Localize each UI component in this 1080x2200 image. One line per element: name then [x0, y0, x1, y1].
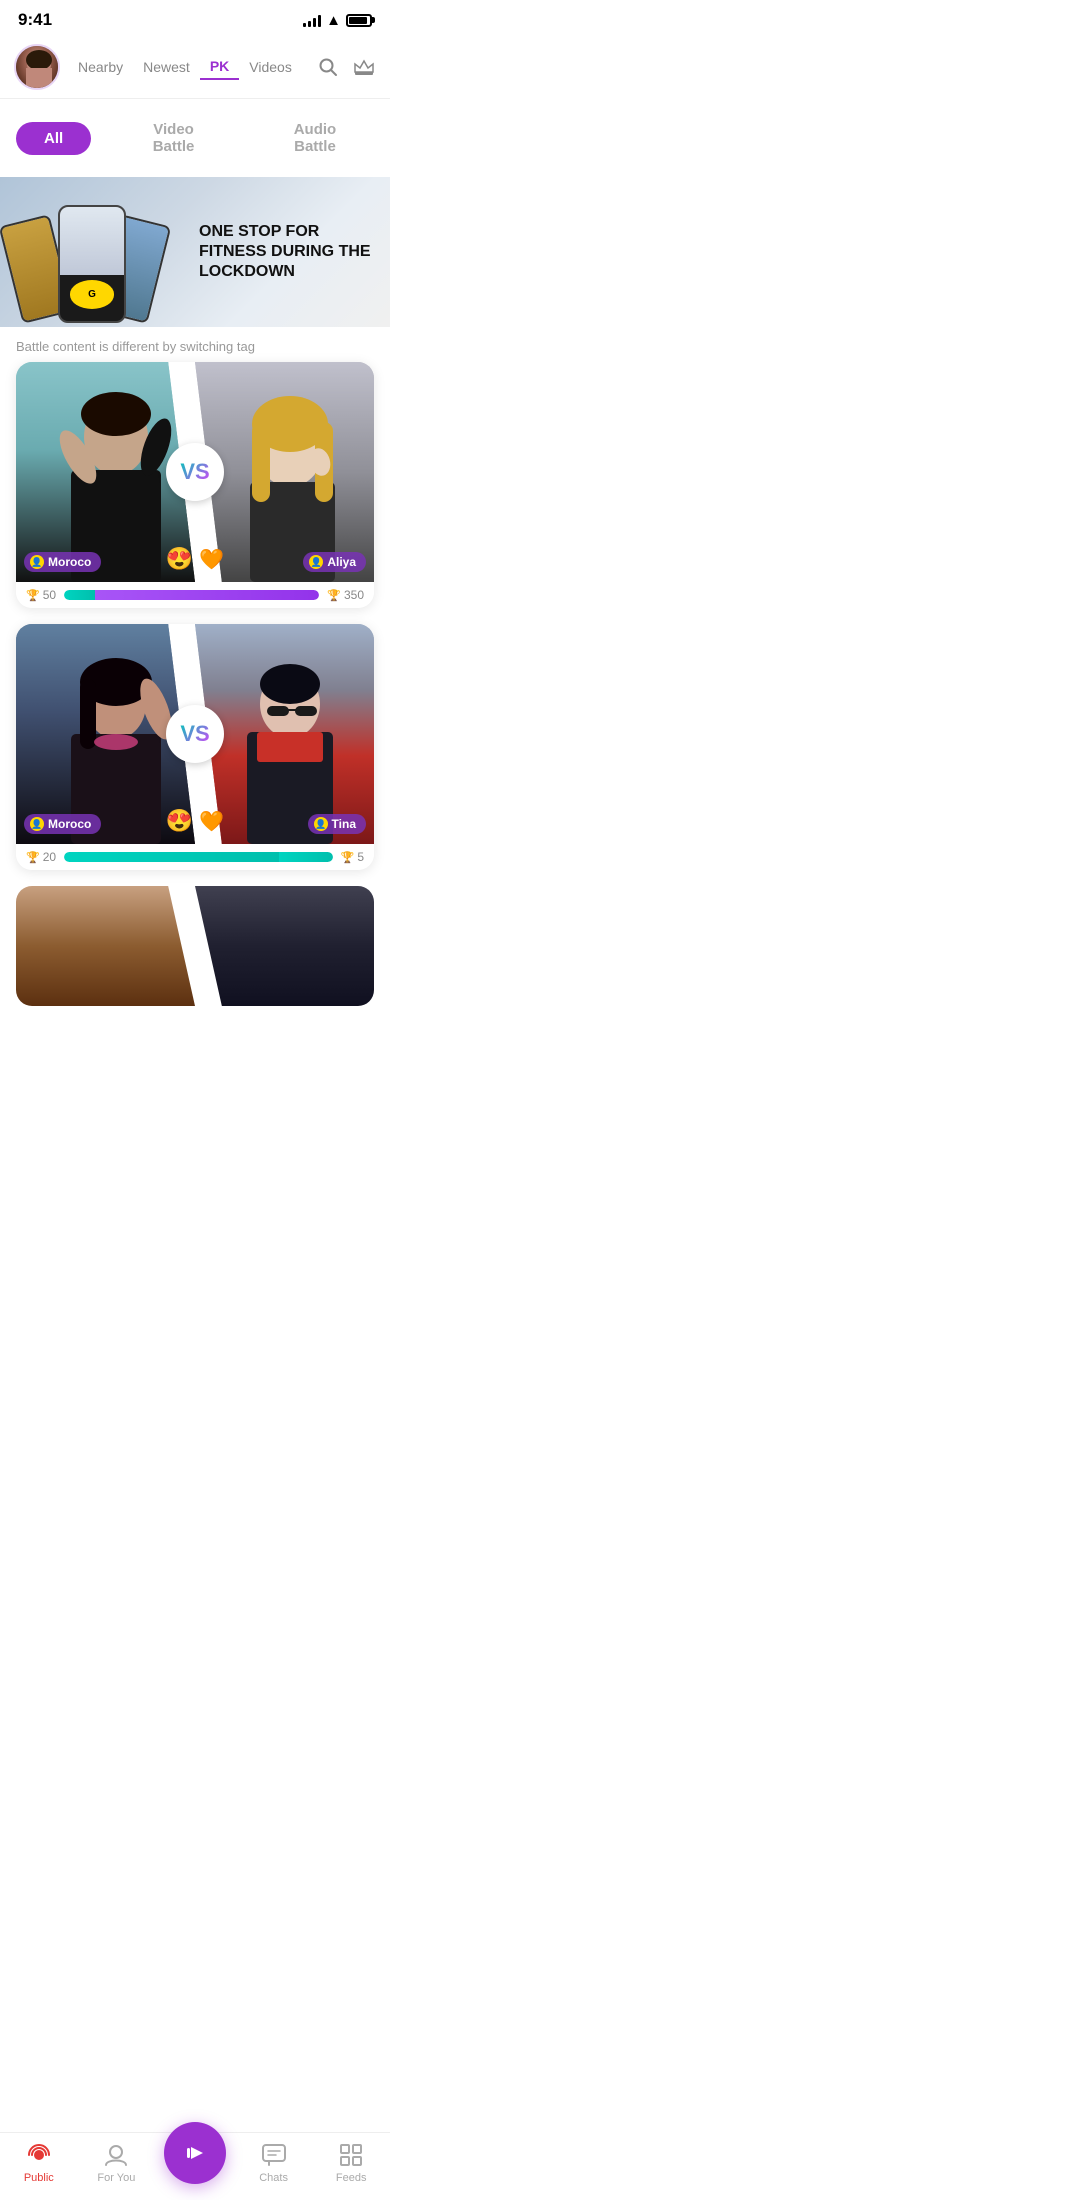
score-right-label-1: 🏆 350 [321, 588, 370, 602]
trophy-left-icon-2: 🏆 [26, 851, 40, 864]
nav-chats-label: Chats [259, 2172, 288, 2184]
reaction-center: 😍 🧡 [166, 546, 224, 572]
status-icons: ▲ [303, 12, 372, 29]
nav-icons [316, 55, 376, 79]
user-badge-right-2: 👤 Tina [308, 814, 366, 834]
filter-section: All Video Battle Audio Battle [0, 99, 390, 177]
wifi-icon: ▲ [326, 12, 341, 29]
nav-public-label: Public [24, 2172, 54, 2184]
user-avatar-dot: 👤 [309, 555, 323, 569]
trophy-left-icon: 🏆 [26, 589, 40, 602]
vs-text-2: VS [180, 721, 209, 747]
feeds-icon [337, 2141, 365, 2169]
score-bar-left-fill [64, 590, 95, 600]
foryou-icon [102, 2141, 130, 2169]
go-live-button[interactable] [164, 2122, 226, 2184]
tab-videos[interactable]: Videos [239, 55, 302, 79]
battle-card[interactable]: 👤 Moroco VS 😍 🧡 [16, 362, 374, 608]
score-bar-2: 🏆 20 🏆 5 [16, 844, 374, 870]
filter-video-battle-btn[interactable]: Video Battle [115, 113, 232, 163]
trophy-right-icon-2: 🏆 [341, 851, 355, 864]
vs-badge-2: VS [166, 705, 224, 763]
nav-tabs: Nearby Newest PK Videos [68, 54, 308, 80]
promo-banner[interactable]: G ONE STOP FOR FITNESS DURING THE LOCKDO… [0, 177, 390, 327]
score-left-label-2: 🏆 20 [20, 850, 62, 864]
banner-text: ONE STOP FOR FITNESS DURING THE LOCKDOWN [195, 222, 390, 282]
score-bar-left-fill-2 [64, 852, 279, 862]
tab-newest[interactable]: Newest [133, 55, 200, 79]
battery-icon [346, 14, 372, 27]
user-badge-left-1: 👤 Moroco [24, 552, 101, 572]
section-subtitle: Battle content is different by switching… [0, 327, 390, 362]
score-left-label-1: 🏆 50 [20, 588, 62, 602]
score-right-label-2: 🏆 5 [335, 850, 370, 864]
banner-phones: G [0, 177, 195, 327]
status-time: 9:41 [18, 10, 52, 30]
score-bar-right-fill [95, 590, 320, 600]
user-avatar-dot: 👤 [314, 817, 328, 831]
score-bar-track-2 [64, 852, 333, 862]
tab-pk[interactable]: PK [200, 54, 239, 80]
nav-feeds[interactable]: Feeds [321, 2141, 381, 2184]
vs-badge: VS [166, 443, 224, 501]
battle-images-2: 👤 Moroco VS 😍 🧡 [16, 624, 374, 844]
filter-audio-battle-btn[interactable]: Audio Battle [256, 113, 374, 163]
chats-icon [260, 2141, 288, 2169]
crown-icon[interactable] [352, 55, 376, 79]
filter-all-btn[interactable]: All [16, 122, 91, 155]
status-bar: 9:41 ▲ [0, 0, 390, 36]
score-bar-track-1 [64, 590, 319, 600]
avatar[interactable] [14, 44, 60, 90]
score-bar-1: 🏆 50 🏆 350 [16, 582, 374, 608]
user-avatar-dot: 👤 [30, 817, 44, 831]
bottom-nav: Public For You Chats [0, 2132, 390, 2200]
trophy-right-icon: 🏆 [327, 589, 341, 602]
vs-text: VS [180, 459, 209, 485]
battle-images: 👤 Moroco VS 😍 🧡 [16, 362, 374, 582]
user-badge-left-2: 👤 Moroco [24, 814, 101, 834]
nav-foryou[interactable]: For You [86, 2141, 146, 2184]
header-nav: Nearby Newest PK Videos [0, 36, 390, 99]
nav-foryou-label: For You [97, 2172, 135, 2184]
battle-card-2[interactable]: 👤 Moroco VS 😍 🧡 [16, 624, 374, 870]
score-bar-right-fill-2 [279, 852, 333, 862]
partial-battle-images [16, 886, 374, 1006]
reaction-center-2: 😍 🧡 [166, 808, 224, 834]
user-badge-right-1: 👤 Aliya [303, 552, 366, 572]
tab-nearby[interactable]: Nearby [68, 55, 133, 79]
battle-card-3-partial[interactable] [16, 886, 374, 1006]
user-avatar-dot: 👤 [30, 555, 44, 569]
nav-public[interactable]: Public [9, 2141, 69, 2184]
public-icon [25, 2141, 53, 2169]
nav-feeds-label: Feeds [336, 2172, 367, 2184]
search-icon[interactable] [316, 55, 340, 79]
scroll-content: All Video Battle Audio Battle G [0, 99, 390, 1096]
partial-left [16, 886, 195, 1006]
partial-right [195, 886, 374, 1006]
signal-icon [303, 13, 321, 27]
nav-chats[interactable]: Chats [244, 2141, 304, 2184]
